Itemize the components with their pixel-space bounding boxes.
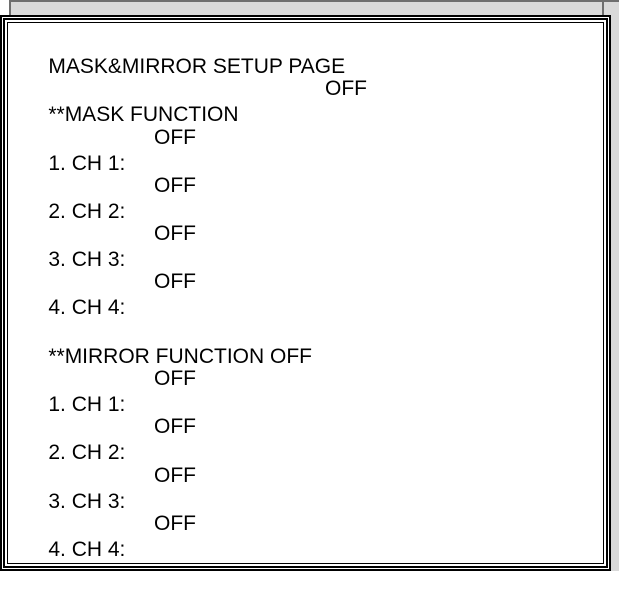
mirror-ch1-value[interactable]: OFF	[154, 366, 196, 392]
menu-item-mirror-ch3[interactable]: 3. CH 3: OFF	[25, 463, 345, 513]
mask-ch3-value[interactable]: OFF	[154, 221, 196, 247]
menu-item-mirror-ch4[interactable]: 4. CH 4: OFF	[25, 511, 345, 561]
menu-item-mirror-ch1[interactable]: 1. CH 1: OFF	[25, 366, 345, 416]
mirror-ch2-value[interactable]: OFF	[154, 414, 196, 440]
mask-ch2-value[interactable]: OFF	[154, 173, 196, 199]
mask-ch1-value[interactable]: OFF	[154, 125, 196, 151]
menu-item-mask-ch1[interactable]: 1. CH 1: OFF	[25, 125, 345, 175]
mask-function-value[interactable]: OFF	[325, 76, 367, 102]
menu-item-mask-function[interactable]: **MASK FUNCTION OFF	[25, 76, 367, 126]
menu-item-mirror-function[interactable]: **MIRROR FUNCTION OFF	[25, 318, 345, 368]
page-title: MASK&MIRROR SETUP PAGE	[25, 28, 346, 78]
mirror-ch4-label: 4. CH 4:	[48, 537, 126, 561]
page-title-text: MASK&MIRROR SETUP PAGE	[48, 55, 346, 78]
menu-item-mirror-ch2[interactable]: 2. CH 2: OFF	[25, 414, 345, 464]
menu-item-mask-ch3[interactable]: 3. CH 3: OFF	[25, 221, 345, 271]
mask-ch4-value[interactable]: OFF	[154, 269, 196, 295]
setup-menu: MASK&MIRROR SETUP PAGE **MASK FUNCTION O…	[25, 28, 367, 561]
mirror-ch4-value[interactable]: OFF	[154, 511, 196, 537]
menu-item-mask-ch4[interactable]: 4. CH 4: OFF	[25, 269, 345, 319]
mirror-ch3-value[interactable]: OFF	[154, 463, 196, 489]
menu-item-mask-ch2[interactable]: 2. CH 2: OFF	[25, 173, 345, 223]
